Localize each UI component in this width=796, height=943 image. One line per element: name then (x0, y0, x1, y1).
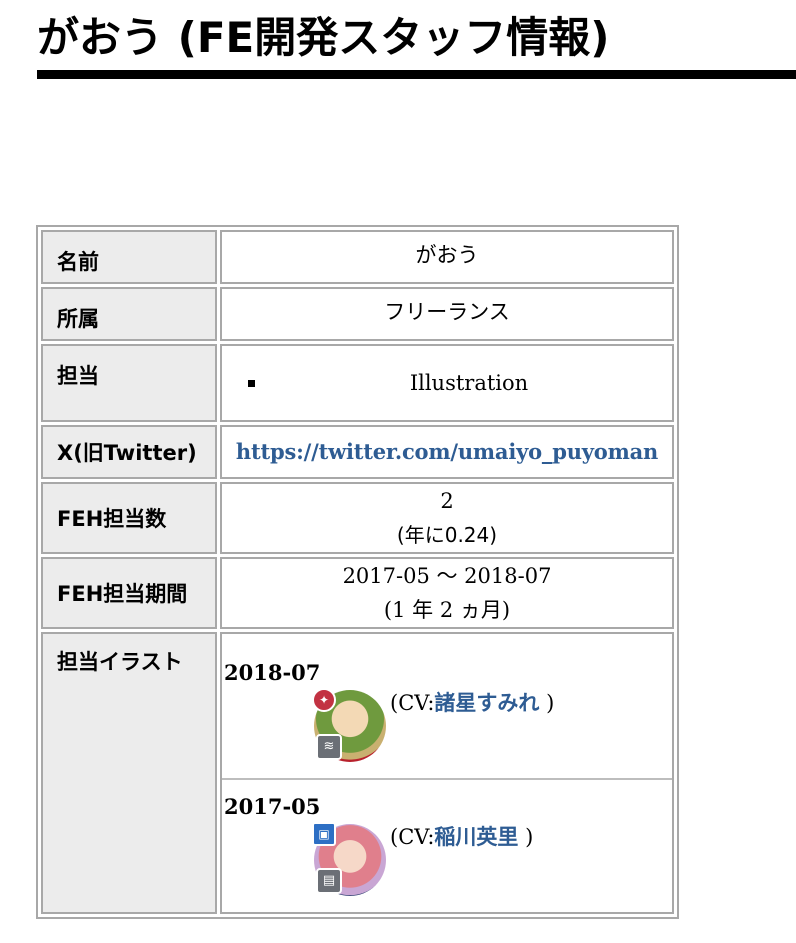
cv-suffix: ) (539, 691, 555, 715)
illustration-entry: 2018-07 ✦ ≋ (CV:諸星すみれ ) (222, 634, 672, 778)
label-x: X(旧Twitter) (41, 425, 217, 479)
value-affiliation: フリーランス (220, 287, 674, 341)
page-title: がおう (FE開発スタッフ情報) (37, 6, 796, 79)
label-name: 名前 (41, 230, 217, 284)
value-period: 2017-05 〜 2018-07 (1 年 2 ヵ月) (220, 557, 674, 629)
value-x: https://twitter.com/umaiyo_puyoman (220, 425, 674, 479)
cv-prefix: (CV: (390, 691, 435, 715)
weapon-type-icon: ≋ (316, 734, 342, 760)
twitter-link[interactable]: https://twitter.com/umaiyo_puyoman (236, 439, 658, 464)
illustration-entry: 2017-05 ▣ ▤ (CV:稲川英里 ) (222, 778, 672, 912)
value-name: がおう (220, 230, 674, 284)
label-illustrations: 担当イラスト (41, 632, 217, 914)
role-list: Illustration (248, 366, 672, 400)
row-count: FEH担当数 2 (年に0.24) (41, 482, 674, 554)
label-count: FEH担当数 (41, 482, 217, 554)
count-number: 2 (440, 489, 454, 513)
movement-type-icon: ▣ (312, 822, 336, 846)
row-name: 名前 がおう (41, 230, 674, 284)
weapon-type-icon: ▤ (316, 868, 342, 894)
row-x: X(旧Twitter) https://twitter.com/umaiyo_p… (41, 425, 674, 479)
row-illustrations: 担当イラスト 2018-07 ✦ ≋ (CV:諸星すみれ ) 2017-05 ▣… (41, 632, 674, 914)
label-role: 担当 (41, 344, 217, 422)
illustration-date: 2017-05 (224, 794, 321, 819)
cv-credit: (CV:諸星すみれ ) (390, 688, 554, 718)
row-period: FEH担当期間 2017-05 〜 2018-07 (1 年 2 ヵ月) (41, 557, 674, 629)
cv-link[interactable]: 諸星すみれ (434, 691, 539, 715)
row-affiliation: 所属 フリーランス (41, 287, 674, 341)
value-illustrations: 2018-07 ✦ ≋ (CV:諸星すみれ ) 2017-05 ▣ ▤ (CV:… (220, 632, 674, 914)
cv-credit: (CV:稲川英里 ) (390, 822, 533, 852)
role-item: Illustration (248, 366, 672, 400)
movement-type-icon: ✦ (312, 688, 336, 712)
hero-portrait-icon[interactable]: ✦ ≋ (312, 688, 386, 762)
row-role: 担当 Illustration (41, 344, 674, 422)
value-count: 2 (年に0.24) (220, 482, 674, 554)
cv-prefix: (CV: (390, 825, 435, 849)
value-role: Illustration (220, 344, 674, 422)
period-range: 2017-05 〜 2018-07 (342, 564, 552, 588)
hero-portrait-icon[interactable]: ▣ ▤ (312, 822, 386, 896)
period-duration: (1 年 2 ヵ月) (383, 598, 511, 622)
cv-suffix: ) (518, 825, 534, 849)
staff-info-table: 名前 がおう 所属 フリーランス 担当 Illustration X(旧Twit… (36, 225, 679, 919)
label-affiliation: 所属 (41, 287, 217, 341)
label-period: FEH担当期間 (41, 557, 217, 629)
illustration-date: 2018-07 (224, 660, 321, 685)
count-rate: (年に0.24) (396, 523, 498, 547)
cv-link[interactable]: 稲川英里 (434, 825, 518, 849)
